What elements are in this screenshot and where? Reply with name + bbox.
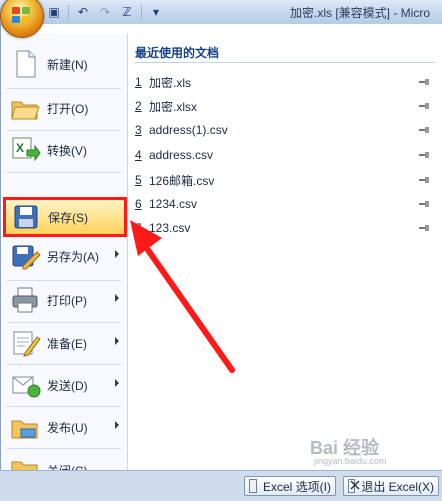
recent-file-number: 5 (135, 173, 142, 187)
convert-command[interactable]: X 转换(V) (5, 132, 125, 168)
divider (7, 88, 121, 89)
recent-file-name: 加密.xlsx (149, 99, 198, 114)
new-label: 新建(N) (47, 57, 88, 72)
office-menu: 新建(N) 打开(O) X 转换(V) 保存(S) 另存为(A) 打印(P) 准… (0, 24, 442, 482)
recent-file[interactable]: 6 1234.csv (135, 193, 435, 215)
recent-file[interactable]: 2 加密.xlsx (135, 95, 435, 117)
publish-label: 发布(U) (47, 420, 88, 435)
new-command[interactable]: 新建(N) (5, 46, 125, 82)
recent-file-number: 6 (135, 197, 142, 211)
recent-file[interactable]: 1 加密.xls (135, 71, 435, 93)
recent-file-name: address.csv (149, 148, 214, 162)
convert-label: 转换(V) (47, 143, 87, 158)
recent-file[interactable]: 3 address(1).csv (135, 119, 435, 141)
save-as-command[interactable]: 另存为(A) (5, 238, 125, 274)
submenu-arrow-icon (115, 294, 119, 302)
qat-separator (68, 5, 69, 19)
dropdown-icon[interactable]: ▾ (148, 4, 164, 20)
convert-icon: X (9, 134, 41, 166)
options-icon (249, 479, 257, 493)
watermark-url: jingyan.baidu.com (314, 456, 387, 466)
title-bar: ▣ ↶ ↷ ℤ ▾ 加密.xls [兼容模式] - Micro (0, 0, 442, 38)
recent-file-number: 7 (135, 221, 142, 235)
send-label: 发送(D) (47, 378, 88, 393)
divider (7, 448, 121, 449)
open-label: 打开(O) (47, 101, 89, 116)
spell-icon[interactable]: ℤ (119, 4, 135, 20)
exit-icon (348, 479, 360, 493)
save-as-icon (9, 240, 41, 272)
pin-icon[interactable] (419, 201, 429, 207)
pin-icon[interactable] (419, 103, 429, 109)
office-logo-icon (12, 7, 32, 24)
undo-icon[interactable]: ↶ (75, 4, 91, 20)
open-command[interactable]: 打开(O) (5, 90, 125, 126)
recent-file-number: 1 (135, 75, 142, 89)
divider (7, 172, 121, 173)
pin-icon[interactable] (419, 79, 429, 85)
new-document-icon (9, 48, 41, 80)
prepare-label: 准备(E) (47, 336, 87, 351)
pin-icon[interactable] (419, 225, 429, 231)
submenu-arrow-icon (115, 379, 119, 387)
divider (7, 406, 121, 407)
window-title: 加密.xls [兼容模式] - Micro (290, 6, 430, 20)
quick-access-toolbar: ▣ ↶ ↷ ℤ ▾ (46, 4, 164, 20)
recent-file-number: 3 (135, 123, 142, 137)
recent-file[interactable]: 7 123.csv (135, 217, 435, 239)
submenu-arrow-icon (115, 337, 119, 345)
recent-file-number: 2 (135, 99, 142, 113)
exit-excel-label: 退出 Excel(X) (361, 479, 434, 494)
menu-footer: Excel 选项(I) 退出 Excel(X) (0, 470, 442, 501)
recent-file[interactable]: 5 126邮箱.csv (135, 169, 435, 191)
recent-file-name: 126邮箱.csv (149, 173, 215, 188)
highlight-box (3, 197, 127, 237)
pin-icon[interactable] (419, 127, 429, 133)
send-command[interactable]: 发送(D) (5, 367, 125, 403)
divider (7, 280, 121, 281)
divider (7, 322, 121, 323)
publish-icon (9, 411, 41, 443)
prepare-icon (9, 327, 41, 359)
recent-file-name: 123.csv (149, 221, 191, 235)
pin-icon[interactable] (419, 177, 429, 183)
excel-options-button[interactable]: Excel 选项(I) (244, 476, 336, 496)
recent-file-name: 1234.csv (149, 197, 198, 211)
open-folder-icon (9, 92, 41, 124)
prepare-command[interactable]: 准备(E) (5, 325, 125, 361)
save-icon[interactable]: ▣ (46, 4, 62, 20)
qat-separator (141, 5, 142, 19)
printer-icon (9, 284, 41, 316)
recent-file-name: address(1).csv (149, 123, 228, 137)
divider (7, 130, 121, 131)
recent-file-name: 加密.xls (149, 75, 192, 90)
redo-icon[interactable]: ↷ (97, 4, 113, 20)
print-command[interactable]: 打印(P) (5, 282, 125, 318)
recent-file[interactable]: 4 address.csv (135, 144, 435, 166)
print-label: 打印(P) (47, 293, 87, 308)
save-as-label: 另存为(A) (47, 249, 99, 264)
divider (7, 364, 121, 365)
excel-options-label: Excel 选项(I) (262, 479, 331, 494)
send-icon (9, 369, 41, 401)
submenu-arrow-icon (115, 250, 119, 258)
exit-excel-button[interactable]: 退出 Excel(X) (343, 476, 439, 496)
recent-file-number: 4 (135, 148, 142, 162)
publish-command[interactable]: 发布(U) (5, 409, 125, 445)
pin-icon[interactable] (419, 152, 429, 158)
svg-text:X: X (16, 141, 24, 155)
submenu-arrow-icon (115, 421, 119, 429)
recent-documents-title: 最近使用的文档 (135, 44, 435, 63)
